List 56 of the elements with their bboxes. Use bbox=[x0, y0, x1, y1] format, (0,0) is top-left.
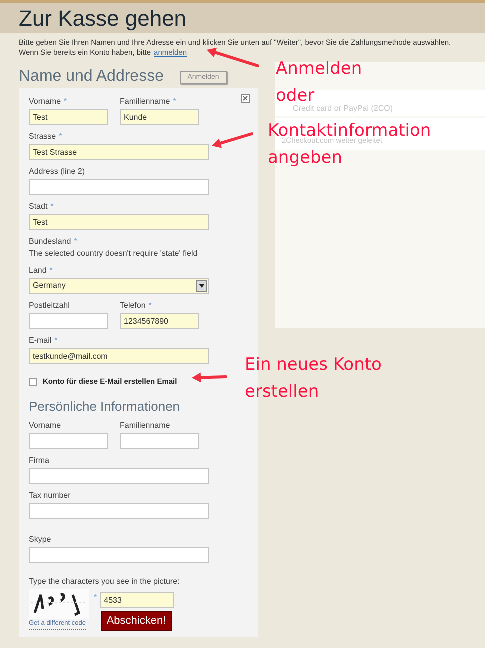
country-dropdown[interactable]: Germany bbox=[29, 278, 209, 294]
required-mark: * bbox=[50, 202, 54, 213]
field-label: Tax number bbox=[29, 491, 71, 502]
field-label: Vorname bbox=[29, 421, 62, 432]
field-label: Vorname bbox=[29, 97, 62, 108]
close-icon[interactable] bbox=[241, 94, 250, 103]
field-label: Familienname bbox=[120, 97, 170, 108]
captcha-label: Type the characters you see in the picture: bbox=[29, 577, 180, 588]
input-field[interactable]: testkunde@mail.com bbox=[29, 348, 209, 364]
annotation-text: Ein neues Konto bbox=[245, 356, 382, 374]
input-field[interactable]: 1234567890 bbox=[120, 313, 199, 329]
input-field[interactable] bbox=[29, 433, 108, 450]
input-field[interactable]: 4533 bbox=[100, 592, 174, 608]
required-mark: * bbox=[59, 132, 62, 143]
required-mark: * bbox=[74, 237, 78, 248]
annotation-text: oder bbox=[276, 87, 315, 105]
annotation-text: angeben bbox=[268, 149, 342, 167]
field-label: Stadt bbox=[29, 202, 48, 213]
required-mark: * bbox=[64, 97, 68, 108]
required-mark: * bbox=[54, 336, 58, 347]
checkbox[interactable] bbox=[29, 378, 37, 386]
input-field[interactable] bbox=[29, 503, 209, 520]
field-label: Strasse bbox=[29, 132, 56, 143]
required-mark: * bbox=[173, 97, 176, 108]
input-field[interactable]: Kunde bbox=[120, 109, 199, 125]
field-note: The selected country doesn't require 'state' field bbox=[29, 249, 198, 259]
field-label: Bundesland bbox=[29, 237, 72, 248]
section-title: Name und Addresse bbox=[19, 67, 164, 87]
required-mark: * bbox=[94, 592, 98, 604]
arrow bbox=[207, 48, 260, 68]
section-title: Persönliche Informationen bbox=[29, 399, 180, 416]
arrow bbox=[212, 132, 254, 148]
field-label: Address (line 2) bbox=[29, 167, 86, 178]
field-label: E-mail bbox=[29, 336, 52, 347]
field-label: Firma bbox=[29, 456, 50, 468]
field-label: Land bbox=[29, 266, 47, 277]
payment-option-detail: Credit card or PayPal (2CO) bbox=[293, 103, 394, 114]
annotation-text: Anmelden bbox=[276, 60, 362, 78]
input-field[interactable] bbox=[29, 313, 108, 329]
field-label: Skype bbox=[29, 535, 52, 546]
field-label: Postleitzahl bbox=[29, 301, 70, 312]
input-field[interactable]: Test bbox=[29, 214, 209, 230]
input-field[interactable] bbox=[120, 433, 199, 450]
arrow bbox=[192, 372, 228, 383]
required-mark: * bbox=[50, 266, 53, 277]
input-field[interactable]: Test Strasse bbox=[29, 144, 209, 160]
input-field[interactable] bbox=[29, 547, 209, 564]
submit-button[interactable]: Abschicken! bbox=[101, 611, 172, 632]
required-mark: * bbox=[148, 301, 152, 312]
input-field[interactable] bbox=[29, 468, 209, 484]
input-field[interactable] bbox=[29, 179, 209, 195]
field-label: Telefon bbox=[120, 301, 146, 312]
page-title: Zur Kasse gehen bbox=[19, 5, 187, 33]
annotation-text: erstellen bbox=[245, 383, 320, 401]
input-field[interactable]: Test bbox=[29, 109, 108, 125]
field-label: Familienname bbox=[120, 421, 170, 432]
